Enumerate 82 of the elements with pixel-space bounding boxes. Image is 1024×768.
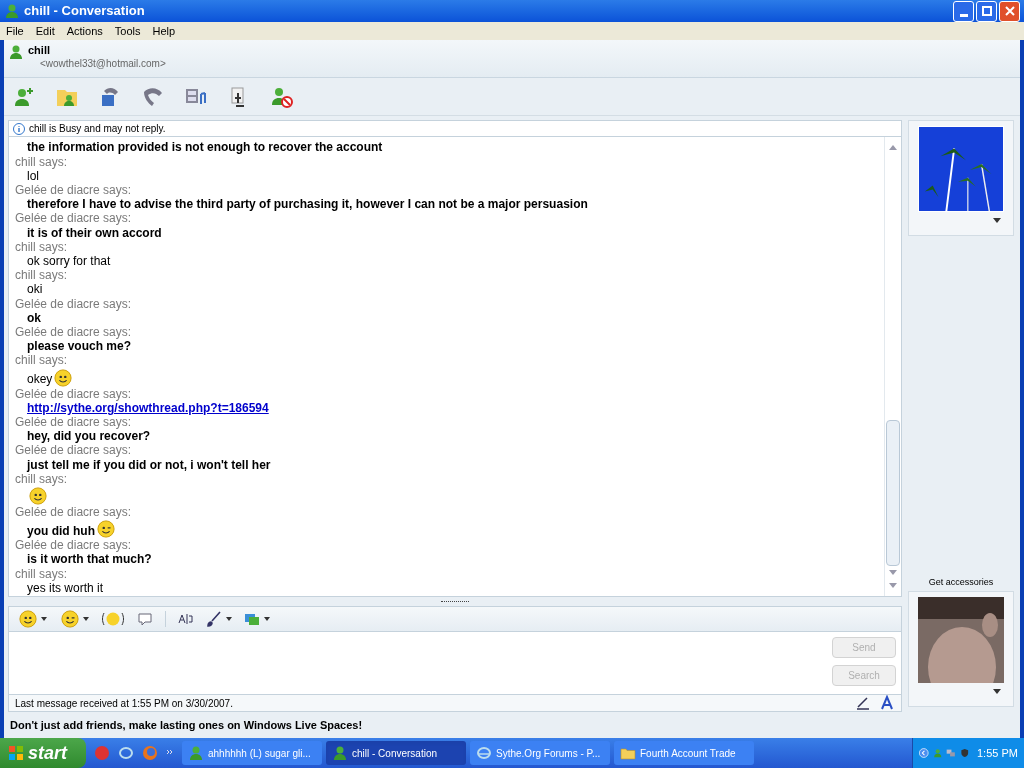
message-text: hey, did you recover? (27, 429, 151, 444)
message-text: please vouch me? (27, 339, 132, 354)
nudge-icon[interactable] (101, 610, 125, 627)
maximize-button[interactable] (976, 0, 997, 22)
buddy-icon (932, 746, 942, 760)
message-text: you did huh (27, 524, 95, 539)
browser-icon (476, 745, 492, 761)
taskbar-button[interactable]: chill - Conversation (326, 741, 466, 765)
menu-item[interactable]: Edit (35, 22, 55, 40)
message-text: the information provided is not enough to recover the account (27, 140, 383, 155)
sender-label: Gelée de diacre says: (15, 415, 132, 430)
sender-label: Gelée de diacre says: (15, 325, 132, 340)
ad-text[interactable]: Don't just add friends, make lasting ones on Windows Live Spaces! (10, 716, 363, 734)
message-text: therefore I have to advise the third party of purchasing it, however I can not be a major persuasion (27, 197, 588, 212)
status-bar-text: Last message received at 1:55 PM on 3/30/2007. (15, 696, 233, 711)
message-text: is it worth that much? (27, 552, 152, 567)
sender-label: Gelée de diacre says: (15, 538, 132, 553)
buddy-icon (332, 745, 348, 761)
start-button[interactable]: start (0, 738, 86, 768)
caret-icon (264, 616, 270, 621)
folder-icon (620, 745, 636, 761)
window-title: chill - Conversation (24, 2, 145, 21)
menu-item[interactable]: Actions (66, 22, 103, 40)
message-text: ok (27, 310, 41, 325)
caret-icon[interactable] (993, 218, 1001, 223)
pen-icon[interactable] (855, 695, 871, 711)
clock: 1:55 PM (977, 745, 1018, 761)
message-text: just tell me if you did or not, i won't tell her (27, 457, 271, 472)
scrollbar[interactable] (884, 137, 901, 597)
chevron-icon[interactable] (919, 746, 929, 760)
taskbar-button[interactable]: ahhhhhh (L) sugar gli... (182, 741, 322, 765)
shield-icon[interactable] (959, 746, 969, 760)
winking-face-icon (61, 609, 79, 628)
buddy-icon (4, 3, 20, 19)
menu-item[interactable]: Tools (114, 22, 141, 40)
contact-email: <wowthel33t@hotmail.com> (39, 57, 166, 70)
sender-label: Gelée de diacre says: (15, 182, 132, 198)
menu-item[interactable]: File (6, 22, 24, 40)
buddy-icon (188, 745, 204, 761)
buddy-icon (8, 44, 24, 60)
message-text: okey (27, 372, 53, 387)
message-text: it is of their own accord (27, 225, 162, 240)
sender-label: chill says: (15, 566, 67, 581)
status-notice-text: chill is Busy and may not reply. (29, 122, 166, 136)
browser-icon[interactable] (118, 745, 134, 761)
sender-label: chill says: (15, 353, 67, 368)
sender-label: Gelée de diacre says: (15, 386, 132, 401)
message-text: ok sorry for that (27, 253, 111, 269)
chevron-icon[interactable] (166, 749, 174, 757)
sender-label: chill says: (15, 471, 67, 486)
caret-icon (83, 616, 89, 621)
message-link[interactable]: http://sythe.org/showthread.php?t=186594 (27, 400, 269, 415)
caret-icon (41, 616, 47, 621)
sender-label: chill says: (15, 239, 67, 254)
contact-name: chill (28, 44, 51, 57)
message-text: oki (27, 282, 43, 297)
text-style-icon[interactable] (879, 695, 895, 711)
sender-label: Gelée de diacre says: (15, 505, 132, 520)
minimize-button[interactable] (953, 0, 974, 22)
brush-icon[interactable] (206, 610, 222, 627)
message-text: lol (27, 168, 39, 183)
message-text: yes its worth it (27, 580, 104, 596)
close-icon (1004, 6, 1015, 16)
menu-item[interactable]: Help (152, 22, 176, 40)
sender-label: chill says: (15, 268, 67, 283)
smiley-icon (19, 609, 37, 628)
speech-bubble-icon[interactable] (137, 610, 153, 627)
smiley-icon (54, 368, 73, 387)
sender-label: chill says: (15, 154, 67, 169)
taskbar-button[interactable]: Sythe.Org Forums - P... (470, 741, 610, 765)
caret-icon[interactable] (993, 689, 1001, 694)
caret-icon (226, 616, 232, 621)
smiley-icon (29, 487, 47, 505)
sender-label: Gelée de diacre says: (15, 296, 132, 311)
close-button[interactable] (999, 0, 1020, 22)
windows-flag-icon (8, 745, 24, 761)
taskbar-button[interactable]: Fourth Account Trade (614, 741, 754, 765)
winking-face-icon (97, 520, 115, 539)
scroll-up-icon[interactable] (889, 145, 897, 150)
get-accessories-link[interactable]: Get accessories (928, 575, 994, 589)
sender-label: Gelée de diacre says: (15, 211, 132, 226)
sender-label: Gelée de diacre says: (15, 443, 132, 458)
